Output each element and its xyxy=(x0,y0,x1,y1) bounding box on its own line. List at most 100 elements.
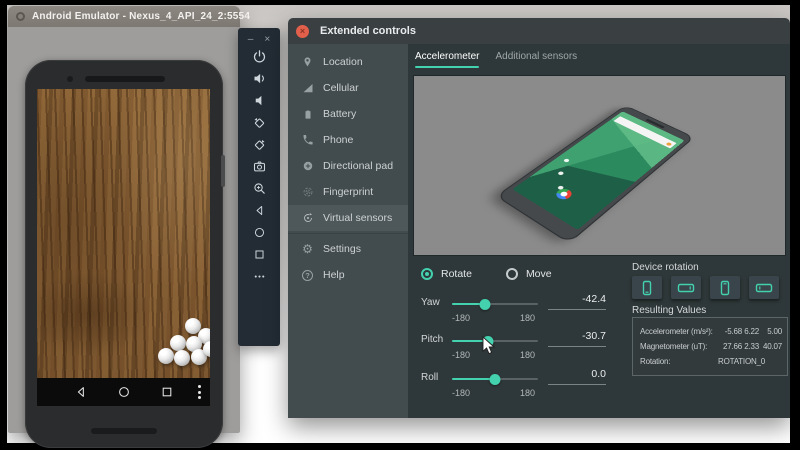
home-button[interactable] xyxy=(117,385,131,399)
rotate-landscape-button[interactable] xyxy=(671,276,701,299)
model-search-bar xyxy=(614,116,677,148)
virtual-sensors-icon xyxy=(301,212,314,225)
sidebar-item-settings[interactable]: Settings xyxy=(288,236,408,262)
rotate-right-button[interactable] xyxy=(247,137,271,152)
magnetometer-values-row: Magnetometer (uT): 27.662.3340.07 xyxy=(640,339,780,354)
overview-button[interactable] xyxy=(160,385,174,399)
rotate-reverse-portrait-button[interactable] xyxy=(710,276,740,299)
device-3d-preview[interactable] xyxy=(413,75,786,256)
virtual-device-frame xyxy=(25,60,223,448)
yaw-value-field[interactable]: -42.4 xyxy=(548,293,606,310)
rotate-reverse-landscape-button[interactable] xyxy=(749,276,779,299)
bottom-speaker xyxy=(91,428,157,434)
back-button[interactable] xyxy=(74,385,88,399)
screenshot-camera-icon xyxy=(252,159,267,174)
home-button[interactable] xyxy=(247,225,271,240)
back-button[interactable] xyxy=(247,203,271,218)
emulator-window-title: Android Emulator - Nexus_4_API_24_2:5554 xyxy=(32,11,250,22)
more-dots-icon xyxy=(252,269,267,284)
toolbar-minimize-button[interactable]: – xyxy=(248,35,254,45)
power-icon xyxy=(252,49,267,64)
sidebar-item-phone[interactable]: Phone xyxy=(288,127,408,153)
white-ball xyxy=(174,350,190,366)
yaw-slider-thumb[interactable] xyxy=(479,299,490,310)
help-icon xyxy=(302,270,313,281)
rotate-portrait-icon xyxy=(638,280,656,296)
sidebar-item-help[interactable]: Help xyxy=(288,262,408,288)
window-title: Extended controls xyxy=(320,25,416,37)
android-nav-bar xyxy=(37,378,210,406)
sidebar-item-location[interactable]: Location xyxy=(288,49,408,75)
volume-up-button[interactable] xyxy=(247,71,271,86)
rotate-reverse-landscape-icon xyxy=(755,280,773,296)
rotate-portrait-button[interactable] xyxy=(632,276,662,299)
device-screen-wood-app[interactable] xyxy=(37,89,210,378)
sidebar-item-battery[interactable]: Battery xyxy=(288,101,408,127)
sidebar-item-virtual-sensors[interactable]: Virtual sensors xyxy=(288,205,408,231)
resulting-values-title: Resulting Values xyxy=(632,305,706,316)
earpiece-speaker xyxy=(85,76,165,82)
white-ball xyxy=(170,335,186,351)
virtual-sensors-panel: Accelerometer Additional sensors xyxy=(408,44,790,418)
extended-controls-titlebar[interactable]: × Extended controls xyxy=(288,18,790,44)
emulator-body xyxy=(8,27,240,433)
rotate-landscape-icon xyxy=(677,280,695,296)
fingerprint-icon xyxy=(301,186,314,199)
move-radio-option[interactable]: Move xyxy=(506,268,552,280)
menu-dots-icon[interactable] xyxy=(198,385,201,399)
phone-icon xyxy=(301,134,314,147)
sensor-mode-row: Rotate Move xyxy=(421,266,552,281)
sidebar-item-fingerprint[interactable]: Fingerprint xyxy=(288,179,408,205)
model-chrome-icon xyxy=(553,187,574,201)
location-pin-icon xyxy=(301,56,314,69)
zoom-icon xyxy=(252,181,267,196)
battery-icon xyxy=(301,108,314,121)
back-icon xyxy=(253,204,266,217)
more-button[interactable] xyxy=(247,269,271,284)
settings-gear-icon xyxy=(301,243,314,256)
yaw-slider[interactable] xyxy=(452,303,538,305)
rotate-left-icon xyxy=(252,115,267,130)
rotate-radio-icon xyxy=(421,268,433,280)
volume-down-button[interactable] xyxy=(247,93,271,108)
model-app-icon xyxy=(563,158,570,163)
pitch-slider[interactable] xyxy=(452,340,538,342)
tab-accelerometer[interactable]: Accelerometer xyxy=(415,44,479,70)
cellular-signal-icon xyxy=(301,82,314,95)
pitch-value-field[interactable]: -30.7 xyxy=(548,330,606,347)
yaw-slider-row: Yaw -180 180 -42.4 xyxy=(420,293,620,321)
front-camera-dot xyxy=(67,76,73,82)
window-close-button[interactable]: × xyxy=(296,25,309,38)
rotate-reverse-portrait-icon xyxy=(716,280,734,296)
overview-button[interactable] xyxy=(247,247,271,262)
tab-additional-sensors[interactable]: Additional sensors xyxy=(495,44,577,70)
roll-slider[interactable] xyxy=(452,378,538,380)
volume-down-icon xyxy=(252,93,267,108)
toolbar-close-button[interactable]: × xyxy=(264,35,270,45)
rotate-left-button[interactable] xyxy=(247,115,271,130)
pitch-slider-thumb[interactable] xyxy=(482,336,493,347)
sidebar-item-cellular[interactable]: Cellular xyxy=(288,75,408,101)
sensor-tabs: Accelerometer Additional sensors xyxy=(415,44,577,70)
emulator-titlebar[interactable]: Android Emulator - Nexus_4_API_24_2:5554 xyxy=(8,6,240,27)
volume-up-icon xyxy=(252,71,267,86)
emulator-toolbar: – × xyxy=(238,28,280,346)
rotation-value-row: Rotation: ROTATION_0 xyxy=(640,354,780,369)
resulting-values-box: Accelerometer (m/s²): -5.686.225.00 Magn… xyxy=(632,317,788,376)
emulator-app-icon xyxy=(16,12,25,21)
device-3d-model xyxy=(495,105,694,243)
extended-controls-sidebar: Location Cellular Battery Phone Directio… xyxy=(288,44,408,418)
rotate-radio-option[interactable]: Rotate xyxy=(421,268,472,280)
roll-slider-row: Roll -180 180 0.0 xyxy=(420,368,620,396)
power-button[interactable] xyxy=(247,49,271,64)
emulator-window: Android Emulator - Nexus_4_API_24_2:5554 xyxy=(8,6,240,433)
dpad-icon xyxy=(301,160,314,173)
volume-rocker xyxy=(221,155,225,187)
home-icon xyxy=(253,226,266,239)
roll-slider-thumb[interactable] xyxy=(490,374,501,385)
screenshot-button[interactable] xyxy=(247,159,271,174)
sidebar-item-directional-pad[interactable]: Directional pad xyxy=(288,153,408,179)
model-app-icon xyxy=(557,171,564,176)
zoom-button[interactable] xyxy=(247,181,271,196)
roll-value-field[interactable]: 0.0 xyxy=(548,368,606,385)
